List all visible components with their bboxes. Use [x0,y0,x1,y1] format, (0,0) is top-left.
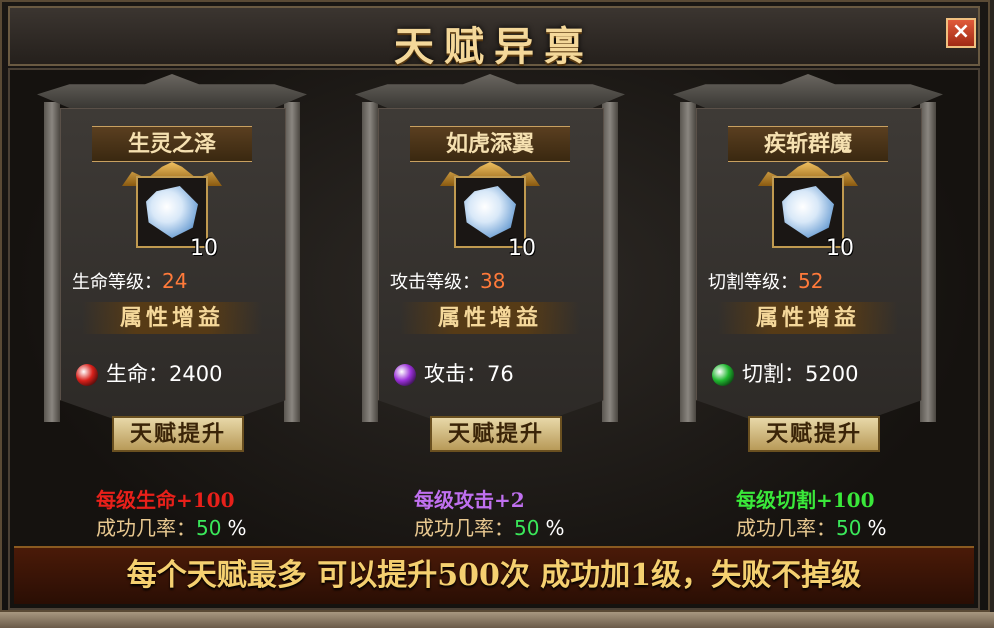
window-title: 天赋异禀 [394,23,594,70]
item-count: 10 [508,236,536,261]
banner-pillar-right [920,102,936,422]
rate-unit: % [227,516,247,540]
talent-name: 如虎添翼 [410,126,570,162]
talent-card-1: 生灵之泽 10 生命等级：24 属性增益 生命：2400 天赋提升 [32,74,312,452]
stat-value: 2400 [169,362,223,386]
green-orb-icon [712,364,734,386]
level-label: 攻击等级： [390,272,480,293]
banner-pole [355,74,625,108]
banner-pillar-left [680,102,696,422]
item-count: 10 [190,236,218,261]
success-rate: 成功几率：50% [96,512,246,541]
banner-pole [673,74,943,108]
per-level-bonus: 每级切割+100 [736,488,875,512]
title-bar: 天赋异禀 [8,6,980,70]
banner-pillar-left [44,102,60,422]
banner-pillar-right [602,102,618,422]
level-value: 24 [162,269,188,293]
banner-pillar-left [362,102,378,422]
attribute-header: 属性增益 [718,302,898,334]
talent-level: 生命等级：24 [72,268,187,294]
stat-label: 切割： [742,362,805,386]
footer-notice: 每个天赋最多 可以提升500次 成功加1级，失败不掉级 [14,546,974,604]
attribute-header: 属性增益 [82,302,262,334]
per-level-bonus: 每级生命+100 [96,488,235,512]
talent-upgrade-button[interactable]: 天赋提升 [112,416,244,452]
level-value: 38 [480,269,506,293]
rate-value: 50 [514,516,540,540]
stat-row: 生命：2400 [76,358,222,388]
rate-label: 成功几率： [736,516,836,540]
red-orb-icon [76,364,98,386]
level-value: 52 [798,269,824,293]
level-label: 生命等级： [72,272,162,293]
banner-pole [37,74,307,108]
purple-orb-icon [394,364,416,386]
rate-value: 50 [836,516,862,540]
stat-value: 5200 [805,362,859,386]
crystal-icon [146,186,198,238]
success-rate: 成功几率：50% [414,512,564,541]
talent-upgrade-button[interactable]: 天赋提升 [430,416,562,452]
level-label: 切割等级： [708,272,798,293]
stat-value: 76 [487,362,514,386]
talent-level: 攻击等级：38 [390,268,505,294]
stat-row: 攻击：76 [394,358,514,388]
attribute-header: 属性增益 [400,302,580,334]
talent-card-3: 疾斩群魔 10 切割等级：52 属性增益 切割：5200 天赋提升 [668,74,948,452]
rate-unit: % [867,516,887,540]
per-level-bonus: 每级攻击+2 [414,488,525,512]
talent-upgrade-button[interactable]: 天赋提升 [748,416,880,452]
talent-level: 切割等级：52 [708,268,823,294]
talent-card-2: 如虎添翼 10 攻击等级：38 属性增益 攻击：76 天赋提升 [350,74,630,452]
close-button[interactable]: × [946,18,976,48]
success-rate: 成功几率：50% [736,512,886,541]
item-count: 10 [826,236,854,261]
bottom-strip [0,612,994,628]
stat-label: 攻击： [424,362,487,386]
rate-label: 成功几率： [414,516,514,540]
talent-name: 疾斩群魔 [728,126,888,162]
banner-pillar-right [284,102,300,422]
stat-label: 生命： [106,362,169,386]
talent-name: 生灵之泽 [92,126,252,162]
stat-row: 切割：5200 [712,358,858,388]
crystal-icon [782,186,834,238]
rate-value: 50 [196,516,222,540]
rate-label: 成功几率： [96,516,196,540]
rate-unit: % [545,516,565,540]
crystal-icon [464,186,516,238]
